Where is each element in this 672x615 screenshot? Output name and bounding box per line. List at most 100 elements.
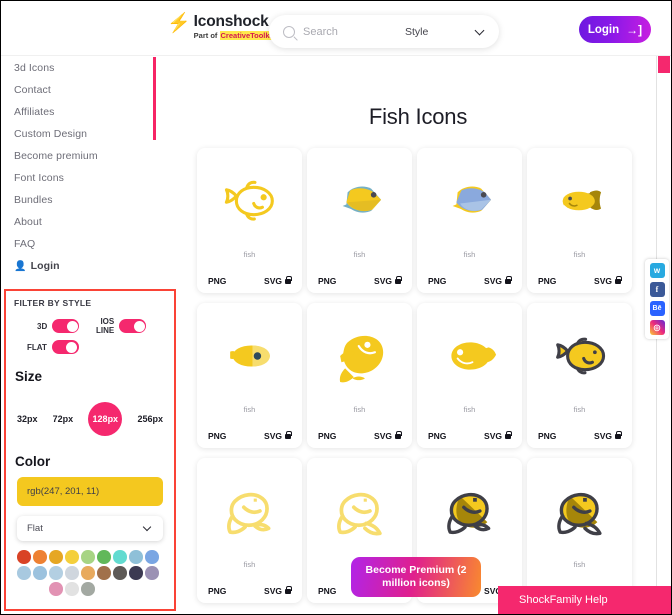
color-swatch[interactable] bbox=[97, 550, 111, 564]
download-svg-button[interactable]: SVG bbox=[264, 431, 292, 441]
search-bar[interactable]: Style bbox=[269, 15, 499, 48]
download-png-button[interactable]: PNG bbox=[538, 276, 556, 286]
fish-icon bbox=[417, 458, 522, 564]
icon-card[interactable]: fishPNGSVG bbox=[527, 458, 632, 603]
size-options: 32px 72px 128px 256px bbox=[17, 402, 163, 436]
sidebar-item-custom-design[interactable]: Custom Design bbox=[1, 123, 156, 145]
sidebar-item-contact[interactable]: Contact bbox=[1, 79, 156, 101]
download-png-button[interactable]: PNG bbox=[208, 431, 226, 441]
sidebar-item-affiliates[interactable]: Affiliates bbox=[1, 101, 156, 123]
fish-icon bbox=[307, 458, 412, 564]
color-swatch[interactable] bbox=[49, 582, 63, 596]
download-png-button[interactable]: PNG bbox=[318, 276, 336, 286]
color-swatch[interactable] bbox=[113, 550, 127, 564]
become-premium-button[interactable]: Become Premium (2 million icons) bbox=[351, 557, 481, 597]
facebook-icon[interactable]: f bbox=[649, 282, 665, 297]
download-png-button[interactable]: PNG bbox=[318, 586, 336, 596]
icon-card[interactable]: fish PNG SVG bbox=[417, 303, 522, 448]
icon-name: fish bbox=[463, 405, 476, 414]
color-swatch[interactable] bbox=[113, 566, 127, 580]
login-button[interactable]: Login →] bbox=[579, 16, 651, 43]
color-swatch[interactable] bbox=[129, 566, 143, 580]
fish-icon bbox=[307, 303, 412, 409]
download-svg-button[interactable]: SVG bbox=[594, 431, 622, 441]
color-swatch[interactable] bbox=[65, 566, 79, 580]
search-input[interactable] bbox=[303, 25, 399, 38]
shockfamily-help-button[interactable]: ShockFamily Help bbox=[498, 586, 671, 614]
color-swatch[interactable] bbox=[97, 566, 111, 580]
size-option-128px[interactable]: 128px bbox=[88, 402, 123, 436]
toggle-3d-switch[interactable] bbox=[52, 319, 80, 333]
color-swatch[interactable] bbox=[65, 582, 79, 596]
icon-card[interactable]: fishPNGSVG bbox=[417, 148, 522, 293]
twitter-icon[interactable]: w bbox=[649, 263, 665, 278]
icon-card[interactable]: fishPNGSVG bbox=[197, 458, 302, 603]
download-svg-button[interactable]: SVG bbox=[264, 586, 292, 596]
download-png-button[interactable]: PNG bbox=[428, 276, 446, 286]
sidebar-item-bundles[interactable]: Bundles bbox=[1, 189, 156, 211]
color-swatch[interactable] bbox=[81, 566, 95, 580]
color-swatch[interactable] bbox=[33, 566, 47, 580]
instagram-icon[interactable]: ◎ bbox=[649, 320, 665, 335]
color-swatch[interactable] bbox=[81, 582, 95, 596]
color-swatch[interactable] bbox=[129, 550, 143, 564]
color-swatch[interactable] bbox=[33, 550, 47, 564]
download-svg-button[interactable]: SVG bbox=[484, 431, 512, 441]
download-svg-button[interactable]: SVG bbox=[484, 276, 512, 286]
size-option-32px[interactable]: 32px bbox=[17, 414, 38, 424]
color-swatch[interactable] bbox=[49, 566, 63, 580]
icon-card-actions: PNG SVG bbox=[197, 586, 302, 596]
toggle-ios-line[interactable]: IOS LINE bbox=[96, 317, 147, 335]
icon-card[interactable]: fishPNGSVG bbox=[197, 303, 302, 448]
color-swatch[interactable] bbox=[65, 550, 79, 564]
icon-card[interactable]: fishPNGSVG bbox=[307, 148, 412, 293]
color-value-box[interactable]: rgb(247, 201, 11) bbox=[17, 477, 163, 506]
svg-label: SVG bbox=[374, 276, 392, 286]
color-swatch[interactable] bbox=[145, 550, 159, 564]
color-style-select-value: Flat bbox=[27, 523, 43, 534]
download-png-button[interactable]: PNG bbox=[318, 431, 336, 441]
color-swatch[interactable] bbox=[145, 566, 159, 580]
sidebar-item-3d-icons[interactable]: 3d Icons bbox=[1, 57, 156, 79]
icon-card[interactable]: fishPNGSVG bbox=[197, 148, 302, 293]
download-png-button[interactable]: PNG bbox=[538, 431, 556, 441]
sidebar-item-about[interactable]: About bbox=[1, 211, 156, 233]
icon-card[interactable]: fish PNG SVG bbox=[527, 303, 632, 448]
download-png-button[interactable]: PNG bbox=[208, 586, 226, 596]
brand-logo[interactable]: ⚡ Iconshock Part of CreativeToolkit bbox=[167, 13, 276, 40]
svg-label: SVG bbox=[374, 431, 392, 441]
toggle-ios-line-switch[interactable] bbox=[119, 319, 147, 333]
icon-card[interactable]: fishPNGSVG bbox=[527, 148, 632, 293]
toggle-flat-switch[interactable] bbox=[51, 340, 79, 354]
sidebar-item-login[interactable]: 👤 Login bbox=[1, 255, 156, 277]
toggle-3d[interactable]: 3D bbox=[37, 319, 80, 333]
color-swatch[interactable] bbox=[17, 550, 31, 564]
color-style-select[interactable]: Flat bbox=[17, 516, 163, 541]
login-arrow-icon: →] bbox=[626, 22, 643, 37]
icon-name: fish bbox=[573, 405, 586, 414]
behance-icon[interactable]: Bē bbox=[649, 301, 665, 316]
sidebar-item-font-icons[interactable]: Font Icons bbox=[1, 167, 156, 189]
site-header: ⚡ Iconshock Part of CreativeToolkit Styl… bbox=[1, 1, 671, 56]
icon-card-actions: PNG SVG bbox=[307, 276, 412, 286]
download-png-button[interactable]: PNG bbox=[428, 431, 446, 441]
color-swatch[interactable] bbox=[49, 550, 63, 564]
download-png-button[interactable]: PNG bbox=[208, 276, 226, 286]
chevron-down-icon[interactable] bbox=[474, 25, 485, 36]
color-swatch[interactable] bbox=[17, 566, 31, 580]
lock-icon bbox=[285, 276, 292, 284]
toggle-flat[interactable]: FLAT bbox=[27, 340, 79, 354]
download-svg-button[interactable]: SVG bbox=[374, 276, 402, 286]
icon-card[interactable]: fishPNGSVG bbox=[307, 303, 412, 448]
fish-icon bbox=[417, 303, 522, 409]
download-svg-button[interactable]: SVG bbox=[594, 276, 622, 286]
sidebar-item-faq[interactable]: FAQ bbox=[1, 233, 156, 255]
sidebar-item-become-premium[interactable]: Become premium bbox=[1, 145, 156, 167]
size-option-72px[interactable]: 72px bbox=[53, 414, 74, 424]
download-svg-button[interactable]: SVG bbox=[264, 276, 292, 286]
size-section-title: Size bbox=[15, 369, 43, 384]
color-swatch[interactable] bbox=[81, 550, 95, 564]
size-option-256px[interactable]: 256px bbox=[137, 414, 163, 424]
download-svg-button[interactable]: SVG bbox=[374, 431, 402, 441]
style-dropdown-label[interactable]: Style bbox=[405, 26, 428, 38]
